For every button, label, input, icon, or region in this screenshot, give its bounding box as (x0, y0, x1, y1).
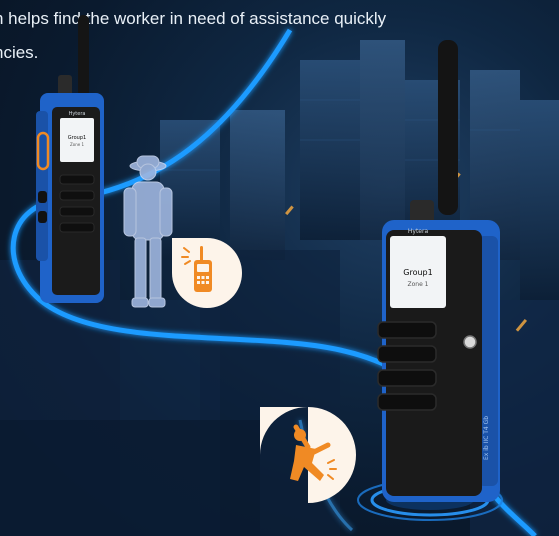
left-radio-screen-group: Group1 (68, 135, 86, 141)
left-radio-screen-zone: Zone 1 (70, 142, 84, 147)
right-radio-screw (463, 335, 477, 349)
right-radio-screen-zone: Zone 1 (408, 281, 429, 288)
radio-badge (172, 238, 242, 308)
right-radio-brand: Hytera (408, 228, 429, 235)
illustration-scene: n helps find the worker in need of assis… (0, 0, 559, 536)
right-radio-side-label: Ex ib IIC T4 Gb (483, 416, 490, 460)
right-radio: Hytera Group1 Zone 1 Ex ib IIC T4 Gb (377, 40, 500, 502)
fall-badge (260, 407, 356, 503)
right-radio-antenna (438, 40, 458, 215)
right-radio-screen-group: Group1 (403, 268, 432, 277)
left-radio-antenna (78, 15, 89, 97)
left-radio-brand: Hytera (69, 111, 86, 117)
left-radio: Hytera Group1 Zone 1 (36, 15, 104, 303)
